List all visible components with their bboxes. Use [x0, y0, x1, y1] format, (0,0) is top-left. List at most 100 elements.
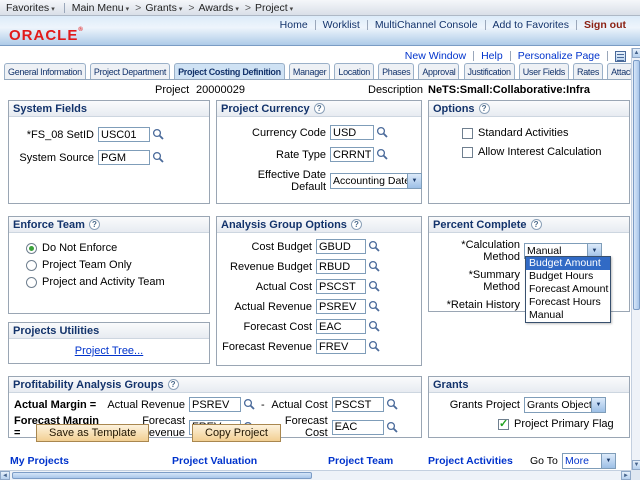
divider: [473, 51, 474, 61]
cost-budget-label: Cost Budget: [220, 241, 316, 253]
tab-general-information[interactable]: General Information: [4, 63, 86, 79]
help-icon[interactable]: ?: [314, 103, 325, 114]
scroll-down-icon[interactable]: ▼: [632, 460, 640, 470]
lookup-icon[interactable]: [152, 151, 165, 164]
help-icon[interactable]: ?: [531, 219, 542, 230]
lookup-icon[interactable]: [376, 126, 389, 139]
multichannel-console-link[interactable]: MultiChannel Console: [375, 19, 478, 31]
tab-phases[interactable]: Phases: [378, 63, 414, 79]
peoplesoft-window: Favorites▾ Main Menu▾ > Grants▾ > Awards…: [0, 0, 640, 480]
lookup-icon[interactable]: [368, 340, 381, 353]
add-to-favorites-link[interactable]: Add to Favorites: [493, 19, 569, 31]
lookup-icon[interactable]: [368, 240, 381, 253]
tab-manager[interactable]: Manager: [289, 63, 330, 79]
revenue-budget-input[interactable]: [316, 259, 366, 274]
copy-project-button[interactable]: Copy Project: [192, 424, 281, 442]
tab-rates[interactable]: Rates: [573, 63, 603, 79]
calculation-method-open-list: Budget Amount Budget Hours Forecast Amou…: [525, 256, 611, 323]
my-projects-link[interactable]: My Projects: [10, 455, 69, 467]
lookup-icon[interactable]: [368, 320, 381, 333]
lookup-icon[interactable]: [243, 398, 256, 411]
scroll-up-icon[interactable]: ▲: [632, 48, 640, 58]
vertical-scrollbar-thumb[interactable]: [633, 60, 640, 310]
system-source-input[interactable]: [98, 150, 150, 165]
breadcrumb-project[interactable]: Project▾: [255, 2, 293, 14]
home-link[interactable]: Home: [280, 19, 308, 31]
tab-project-department[interactable]: Project Department: [90, 63, 170, 79]
breadcrumb-main-menu[interactable]: Main Menu▾: [72, 2, 129, 14]
forecast-revenue-label: Forecast Revenue: [220, 341, 316, 353]
actual-cost-input[interactable]: [316, 279, 366, 294]
help-icon[interactable]: ?: [479, 103, 490, 114]
dropdown-option[interactable]: Forecast Hours: [526, 296, 610, 309]
horizontal-scrollbar[interactable]: ◄ ►: [0, 470, 631, 480]
actual-revenue-input[interactable]: [316, 299, 366, 314]
dropdown-option[interactable]: Manual: [526, 309, 610, 322]
lookup-icon[interactable]: [386, 421, 399, 434]
project-activities-link[interactable]: Project Activities: [428, 455, 513, 467]
tab-location[interactable]: Location: [334, 63, 374, 79]
tab-user-fields[interactable]: User Fields: [519, 63, 569, 79]
do-not-enforce-label: Do Not Enforce: [42, 242, 117, 254]
vertical-scrollbar[interactable]: ▲ ▼: [631, 48, 640, 470]
help-icon[interactable]: ?: [168, 379, 179, 390]
project-tree-link[interactable]: Project Tree...: [75, 345, 143, 357]
sign-out-link[interactable]: Sign out: [584, 19, 626, 31]
lookup-icon[interactable]: [152, 128, 165, 141]
dropdown-option[interactable]: Budget Amount: [526, 257, 610, 270]
tab-project-costing-definition[interactable]: Project Costing Definition: [174, 63, 285, 79]
lookup-icon[interactable]: [368, 260, 381, 273]
breadcrumb-grants[interactable]: Grants▾: [145, 2, 182, 14]
grants-project-select[interactable]: Grants Object ▼: [524, 397, 606, 413]
tab-justification[interactable]: Justification: [464, 63, 515, 79]
personalize-page-link[interactable]: Personalize Page: [518, 50, 600, 62]
allow-interest-calculation-checkbox[interactable]: [462, 147, 473, 158]
project-team-link[interactable]: Project Team: [328, 455, 393, 467]
actual-cost-input[interactable]: [332, 397, 384, 412]
save-as-template-button[interactable]: Save as Template: [36, 424, 149, 442]
goto-select[interactable]: More ▼: [562, 453, 616, 469]
breadcrumb: Favorites▾ Main Menu▾ > Grants▾ > Awards…: [0, 0, 640, 16]
copy-url-icon[interactable]: [615, 51, 626, 62]
favorites-menu[interactable]: Favorites▾: [6, 2, 55, 14]
horizontal-scrollbar-thumb[interactable]: [12, 472, 312, 479]
lookup-icon[interactable]: [368, 300, 381, 313]
do-not-enforce-radio[interactable]: [26, 243, 37, 254]
lookup-icon[interactable]: [376, 148, 389, 161]
forecast-cost-input[interactable]: [316, 319, 366, 334]
enforce-team-header: Enforce Team?: [9, 217, 209, 233]
standard-activities-label: Standard Activities: [478, 127, 569, 139]
forecast-cost-input[interactable]: [332, 420, 384, 435]
standard-activities-checkbox[interactable]: [462, 128, 473, 139]
breadcrumb-awards[interactable]: Awards▾: [198, 2, 238, 14]
tab-attachments[interactable]: Attachments: [607, 63, 631, 79]
tab-approval[interactable]: Approval: [418, 63, 459, 79]
lookup-icon[interactable]: [386, 398, 399, 411]
dropdown-option[interactable]: Budget Hours: [526, 270, 610, 283]
currency-code-input[interactable]: [330, 125, 374, 140]
help-icon[interactable]: ?: [89, 219, 100, 230]
project-valuation-link[interactable]: Project Valuation: [172, 455, 257, 467]
forecast-revenue-input[interactable]: [316, 339, 366, 354]
revenue-budget-label: Revenue Budget: [220, 261, 316, 273]
help-icon[interactable]: ?: [351, 219, 362, 230]
options-header: Options?: [429, 101, 629, 117]
setid-input[interactable]: [98, 127, 150, 142]
scroll-right-icon[interactable]: ►: [621, 471, 631, 480]
project-primary-flag-checkbox[interactable]: [498, 419, 509, 430]
lookup-icon[interactable]: [368, 280, 381, 293]
project-and-activity-team-radio[interactable]: [26, 277, 37, 288]
cost-budget-input[interactable]: [316, 239, 366, 254]
new-window-link[interactable]: New Window: [405, 50, 466, 62]
rate-type-input[interactable]: [330, 147, 374, 162]
worklist-link[interactable]: Worklist: [323, 19, 360, 31]
actual-revenue-input[interactable]: [189, 397, 241, 412]
dropdown-option[interactable]: Forecast Amount: [526, 283, 610, 296]
project-team-only-radio[interactable]: [26, 260, 37, 271]
effective-date-default-select[interactable]: Accounting Date ▼: [330, 173, 422, 189]
help-link[interactable]: Help: [481, 50, 503, 62]
profitability-analysis-header: Profitability Analysis Groups?: [9, 377, 421, 393]
registered-mark: ®: [78, 27, 83, 33]
scroll-left-icon[interactable]: ◄: [0, 471, 10, 480]
chevron-down-icon: ▾: [51, 6, 55, 13]
